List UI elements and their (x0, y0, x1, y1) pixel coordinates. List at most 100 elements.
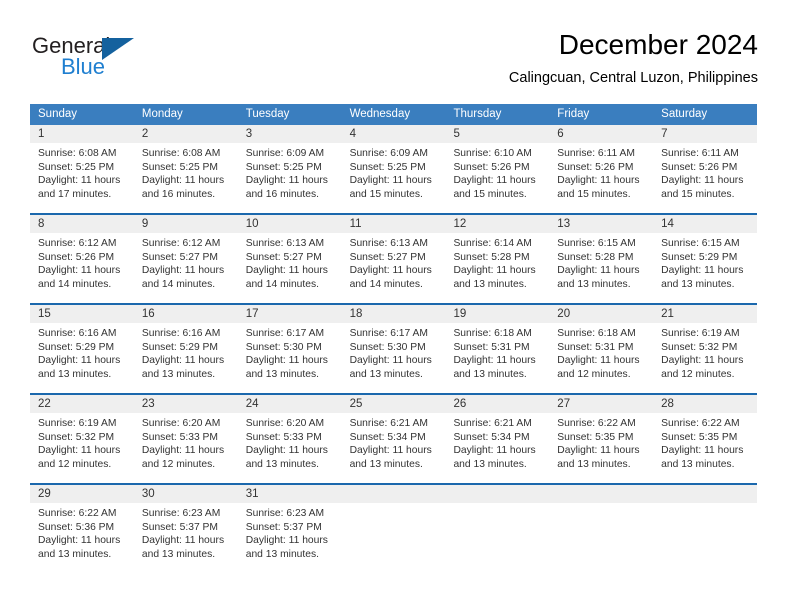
day-cell[interactable]: 15 Sunrise: 6:16 AM Sunset: 5:29 PM Dayligh… (30, 305, 134, 386)
weekday-header-thursday: Thursday (453, 108, 502, 120)
day-number: 13 (549, 215, 654, 233)
day-cell[interactable]: 27 Sunrise: 6:22 AM Sunset: 5:35 PM Dayligh… (549, 395, 654, 476)
day-cell[interactable]: 28 Sunrise: 6:22 AM Sunset: 5:35 PM Dayligh… (653, 395, 758, 476)
day-number: 31 (237, 485, 342, 503)
day-number: 8 (30, 215, 134, 233)
day-cell[interactable]: 30 Sunrise: 6:23 AM Sunset: 5:37 PM Dayligh… (133, 485, 238, 566)
daylight-duration-line1: Daylight: 11 hours (38, 265, 121, 277)
sunrise-time: Sunrise: 6:10 AM (453, 148, 532, 159)
sunset-time: Sunset: 5:34 PM (453, 431, 530, 443)
day-details: Sunrise: 6:18 AM Sunset: 5:31 PM Daylight:… (445, 323, 549, 381)
sunset-time: Sunset: 5:26 PM (453, 161, 530, 173)
day-cell[interactable]: 23 Sunrise: 6:20 AM Sunset: 5:33 PM Dayligh… (133, 395, 238, 476)
sunrise-time: Sunrise: 6:09 AM (245, 148, 325, 159)
daylight-duration-line2: and 12 minutes. (557, 368, 631, 380)
day-cell[interactable]: 1 Sunrise: 6:08 AM Sunset: 5:25 PM Daylight… (30, 125, 134, 206)
day-number: 16 (133, 305, 238, 323)
day-cell[interactable]: 24 Sunrise: 6:20 AM Sunset: 5:33 PM Dayligh… (237, 395, 342, 476)
sunrise-time: Sunrise: 6:12 AM (141, 238, 221, 249)
day-number (445, 485, 550, 503)
day-cell-empty (445, 485, 550, 566)
day-cell[interactable]: 9 Sunrise: 6:12 AM Sunset: 5:27 PM Daylight… (133, 215, 238, 296)
sunset-time: Sunset: 5:26 PM (557, 161, 634, 173)
daylight-duration-line1: Daylight: 11 hours (557, 445, 640, 457)
day-cell[interactable]: 4 Sunrise: 6:09 AM Sunset: 5:25 PM Daylight… (341, 125, 446, 206)
day-cell[interactable]: 29 Sunrise: 6:22 AM Sunset: 5:36 PM Dayligh… (30, 485, 134, 566)
sunrise-time: Sunrise: 6:09 AM (349, 148, 428, 159)
generalblue-logo[interactable]: General Blue (32, 34, 172, 90)
daylight-duration-line1: Daylight: 11 hours (349, 355, 432, 367)
day-number: 9 (133, 215, 238, 233)
day-details: Sunrise: 6:22 AM Sunset: 5:35 PM Daylight:… (653, 413, 757, 471)
day-number: 20 (549, 305, 654, 323)
daylight-duration-line1: Daylight: 11 hours (245, 265, 328, 277)
daylight-duration-line1: Daylight: 11 hours (245, 445, 328, 457)
day-cell[interactable]: 19 Sunrise: 6:18 AM Sunset: 5:31 PM Dayligh… (445, 305, 550, 386)
day-details: Sunrise: 6:19 AM Sunset: 5:32 PM Daylight:… (30, 413, 134, 471)
day-cell[interactable]: 31 Sunrise: 6:23 AM Sunset: 5:37 PM Dayligh… (237, 485, 342, 566)
sunrise-time: Sunrise: 6:19 AM (38, 418, 117, 429)
day-cell[interactable]: 26 Sunrise: 6:21 AM Sunset: 5:34 PM Dayligh… (445, 395, 550, 476)
daylight-duration-line2: and 16 minutes. (245, 188, 319, 200)
day-cell[interactable]: 10 Sunrise: 6:13 AM Sunset: 5:27 PM Dayligh… (237, 215, 342, 296)
sunrise-time: Sunrise: 6:23 AM (141, 508, 221, 519)
day-details: Sunrise: 6:08 AM Sunset: 5:25 PM Daylight:… (134, 143, 238, 201)
daylight-duration-line2: and 13 minutes. (453, 368, 527, 380)
day-cell[interactable]: 12 Sunrise: 6:14 AM Sunset: 5:28 PM Dayligh… (445, 215, 550, 296)
daylight-duration-line2: and 16 minutes. (141, 188, 216, 200)
calendar-week-row: 22 Sunrise: 6:19 AM Sunset: 5:32 PM Dayligh… (30, 393, 758, 476)
day-cell[interactable]: 25 Sunrise: 6:21 AM Sunset: 5:34 PM Dayligh… (341, 395, 446, 476)
day-details: Sunrise: 6:12 AM Sunset: 5:27 PM Daylight:… (134, 233, 238, 291)
daylight-duration-line1: Daylight: 11 hours (349, 445, 432, 457)
day-details: Sunrise: 6:19 AM Sunset: 5:32 PM Daylight:… (653, 323, 757, 381)
sunset-time: Sunset: 5:28 PM (557, 251, 634, 263)
daylight-duration-line1: Daylight: 11 hours (141, 355, 225, 367)
daylight-duration-line1: Daylight: 11 hours (141, 445, 225, 457)
day-cell[interactable]: 3 Sunrise: 6:09 AM Sunset: 5:25 PM Daylight… (237, 125, 342, 206)
daylight-duration-line1: Daylight: 11 hours (38, 445, 121, 457)
day-cell[interactable]: 22 Sunrise: 6:19 AM Sunset: 5:32 PM Dayligh… (30, 395, 134, 476)
daylight-duration-line2: and 13 minutes. (245, 458, 319, 470)
day-cell[interactable]: 11 Sunrise: 6:13 AM Sunset: 5:27 PM Dayligh… (341, 215, 446, 296)
sunset-time: Sunset: 5:31 PM (557, 341, 634, 353)
day-cell[interactable]: 14 Sunrise: 6:15 AM Sunset: 5:29 PM Dayligh… (653, 215, 758, 296)
location-subtitle: Calingcuan, Central Luzon, Philippines (508, 70, 758, 86)
day-number: 14 (653, 215, 758, 233)
day-number (653, 485, 758, 503)
day-cell[interactable]: 16 Sunrise: 6:16 AM Sunset: 5:29 PM Dayligh… (133, 305, 238, 386)
day-cell[interactable]: 17 Sunrise: 6:17 AM Sunset: 5:30 PM Dayligh… (237, 305, 342, 386)
day-cell[interactable]: 6 Sunrise: 6:11 AM Sunset: 5:26 PM Daylight… (549, 125, 654, 206)
daylight-duration-line2: and 12 minutes. (661, 368, 735, 380)
day-cell[interactable]: 13 Sunrise: 6:15 AM Sunset: 5:28 PM Dayligh… (549, 215, 654, 296)
day-number: 7 (653, 125, 758, 143)
sunrise-time: Sunrise: 6:13 AM (349, 238, 428, 249)
day-cell[interactable]: 18 Sunrise: 6:17 AM Sunset: 5:30 PM Dayligh… (341, 305, 446, 386)
daylight-duration-line2: and 14 minutes. (349, 278, 423, 290)
sunrise-time: Sunrise: 6:13 AM (245, 238, 325, 249)
daylight-duration-line2: and 17 minutes. (38, 188, 112, 200)
weekday-header-wednesday: Wednesday (349, 108, 411, 120)
day-details: Sunrise: 6:20 AM Sunset: 5:33 PM Daylight:… (238, 413, 342, 471)
day-cell[interactable]: 7 Sunrise: 6:11 AM Sunset: 5:26 PM Daylight… (653, 125, 758, 206)
sunset-time: Sunset: 5:29 PM (38, 341, 115, 353)
daylight-duration-line2: and 13 minutes. (557, 278, 631, 290)
page-header: General Blue December 2024 Calingcuan, C… (30, 28, 758, 98)
day-details: Sunrise: 6:18 AM Sunset: 5:31 PM Daylight:… (549, 323, 653, 381)
day-number: 21 (653, 305, 758, 323)
sunrise-time: Sunrise: 6:22 AM (38, 508, 117, 519)
day-cell[interactable]: 8 Sunrise: 6:12 AM Sunset: 5:26 PM Daylight… (30, 215, 134, 296)
day-cell[interactable]: 5 Sunrise: 6:10 AM Sunset: 5:26 PM Daylight… (445, 125, 550, 206)
sunrise-time: Sunrise: 6:20 AM (245, 418, 325, 429)
daylight-duration-line2: and 14 minutes. (245, 278, 319, 290)
sunrise-time: Sunrise: 6:21 AM (453, 418, 532, 429)
daylight-duration-line2: and 13 minutes. (245, 548, 319, 560)
sunset-time: Sunset: 5:35 PM (557, 431, 634, 443)
day-cell[interactable]: 21 Sunrise: 6:19 AM Sunset: 5:32 PM Dayligh… (653, 305, 758, 386)
day-cell[interactable]: 2 Sunrise: 6:08 AM Sunset: 5:25 PM Daylight… (133, 125, 238, 206)
logo-secondary-text: Blue (61, 54, 106, 79)
sunrise-time: Sunrise: 6:22 AM (557, 418, 636, 429)
day-cell[interactable]: 20 Sunrise: 6:18 AM Sunset: 5:31 PM Dayligh… (549, 305, 654, 386)
sunset-time: Sunset: 5:37 PM (141, 521, 218, 533)
day-details: Sunrise: 6:09 AM Sunset: 5:25 PM Daylight:… (342, 143, 446, 201)
daylight-duration-line1: Daylight: 11 hours (38, 355, 121, 367)
